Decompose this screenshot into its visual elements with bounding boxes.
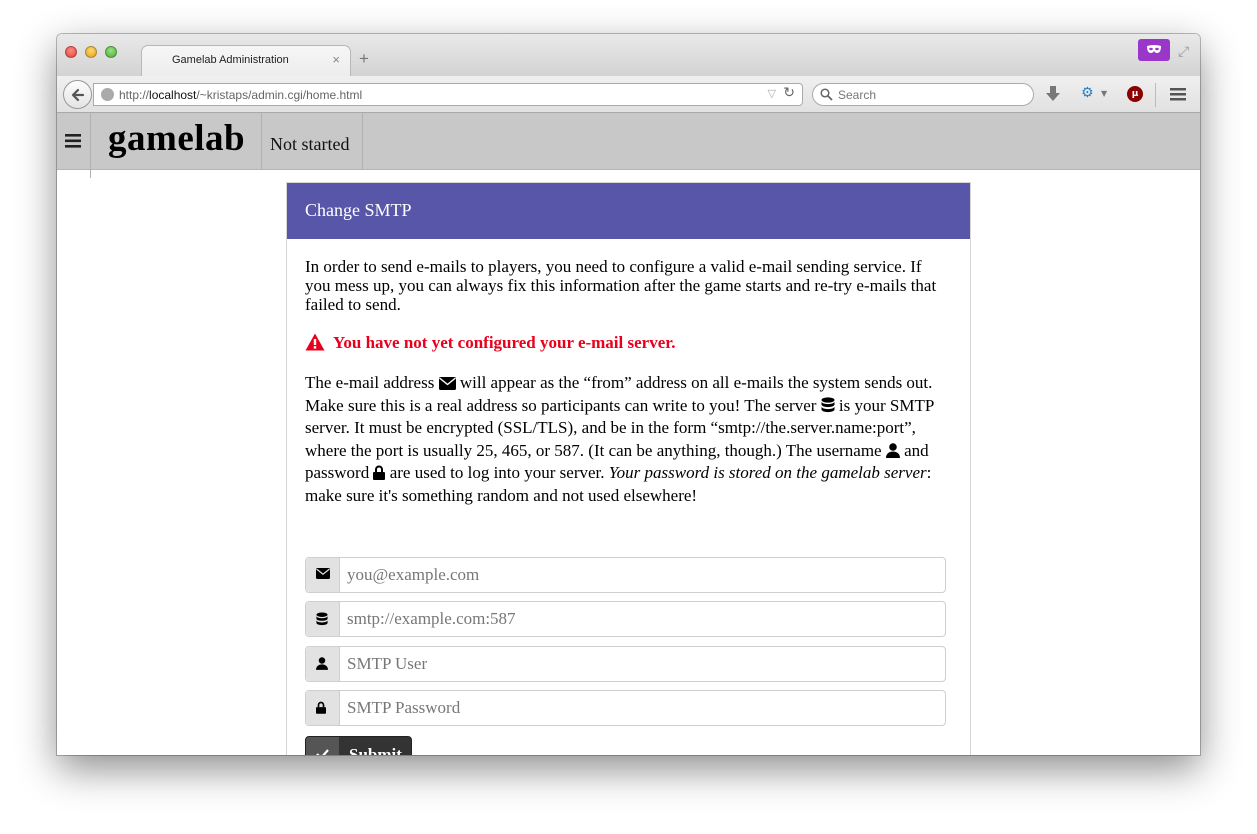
globe-icon: [101, 88, 114, 101]
intro-text: In order to send e-mails to players, you…: [305, 257, 937, 314]
lock-icon: [373, 465, 386, 480]
envelope-icon: [316, 568, 330, 579]
page-content: gamelab Not started Change SMTP In order…: [57, 113, 1200, 755]
browser-window: Gamelab Administration × + ⤢ http://loca…: [57, 34, 1200, 755]
close-window-button[interactable]: [65, 46, 77, 58]
checkmark-icon: [316, 749, 329, 755]
panel-title: Change SMTP: [305, 200, 412, 220]
tab-close-icon[interactable]: ×: [332, 52, 340, 67]
server-addon: [306, 602, 340, 636]
tab-title: Gamelab Administration: [172, 54, 289, 66]
submit-label: Submit: [349, 745, 402, 755]
header-divider: [90, 113, 91, 178]
user-field-group: [305, 646, 946, 682]
email-addon: [306, 558, 340, 592]
search-bar[interactable]: Search: [812, 83, 1034, 106]
submit-icon-box: [306, 737, 339, 755]
ublock-icon[interactable]: μ: [1127, 86, 1143, 102]
back-button[interactable]: [63, 80, 92, 109]
fullscreen-icon[interactable]: ⤢: [1178, 44, 1189, 60]
browser-menu-icon[interactable]: [1170, 88, 1186, 101]
password-field-group: [305, 690, 946, 726]
email-input[interactable]: [340, 558, 940, 592]
game-status: Not started: [270, 134, 350, 154]
url-history-dropdown-icon[interactable]: ▽: [768, 87, 776, 100]
back-arrow-icon: [71, 88, 85, 102]
zoom-window-button[interactable]: [105, 46, 117, 58]
explain-part: The e-mail address: [305, 373, 435, 392]
download-icon[interactable]: [1046, 86, 1060, 102]
user-icon: [885, 442, 900, 458]
browser-tab[interactable]: Gamelab Administration ×: [141, 45, 351, 76]
smtp-panel: Change SMTP In order to send e-mails to …: [286, 182, 971, 755]
chevron-down-icon[interactable]: ▼: [1101, 89, 1107, 98]
url-text[interactable]: http://localhost/~kristaps/admin.cgi/hom…: [119, 88, 362, 102]
search-icon: [820, 88, 833, 101]
user-icon: [316, 657, 328, 670]
database-icon: [821, 396, 835, 412]
password-warning-emphasis: Your password is stored on the gamelab s…: [608, 463, 927, 482]
toolbar-divider: [1155, 83, 1156, 107]
smtp-user-input[interactable]: [340, 647, 940, 681]
navigation-bar: http://localhost/~kristaps/admin.cgi/hom…: [57, 76, 1200, 113]
lock-icon: [316, 701, 326, 714]
app-header: gamelab Not started: [57, 113, 1200, 178]
envelope-icon: [438, 377, 456, 390]
header-divider: [261, 113, 262, 169]
server-field-group: [305, 601, 946, 637]
email-field-group: [305, 557, 946, 593]
warning-text: You have not yet configured your e-mail …: [333, 333, 676, 352]
minimize-window-button[interactable]: [85, 46, 97, 58]
app-title[interactable]: gamelab: [108, 117, 245, 160]
warning-icon: [305, 333, 325, 351]
explanation-text: The e-mail address will appear as the “f…: [305, 372, 953, 507]
database-icon: [316, 612, 328, 626]
url-bar[interactable]: http://localhost/~kristaps/admin.cgi/hom…: [93, 83, 803, 106]
password-addon: [306, 691, 340, 725]
explain-part: are used to log into your server.: [389, 463, 605, 482]
user-addon: [306, 647, 340, 681]
reload-icon[interactable]: ↻: [783, 85, 795, 101]
private-browsing-mask-icon: [1138, 39, 1170, 61]
panel-header: Change SMTP: [287, 183, 970, 239]
submit-button[interactable]: Submit: [305, 736, 412, 755]
addon-icon[interactable]: ⚙: [1081, 85, 1094, 101]
search-placeholder: Search: [838, 88, 877, 102]
server-input[interactable]: [340, 602, 940, 636]
smtp-password-input[interactable]: [340, 691, 940, 725]
titlebar: Gamelab Administration × + ⤢: [57, 34, 1200, 76]
header-divider: [362, 113, 363, 169]
hamburger-menu-icon[interactable]: [65, 134, 81, 148]
new-tab-button[interactable]: +: [359, 50, 369, 67]
